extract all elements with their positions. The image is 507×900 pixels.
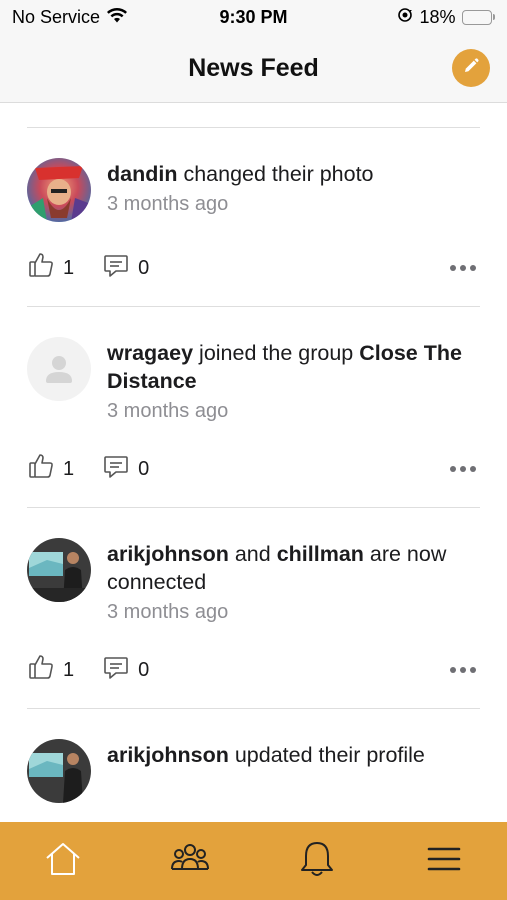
- feed-item: wragaey joined the group Close The Dista…: [0, 307, 507, 489]
- user-avatar[interactable]: [27, 158, 91, 222]
- user-avatar[interactable]: [27, 739, 91, 803]
- user-avatar[interactable]: [27, 538, 91, 602]
- battery-percent: 18%: [419, 6, 456, 27]
- comment-count: 0: [138, 256, 150, 279]
- status-bar: No Service 9:30 PM 18%: [0, 0, 507, 34]
- more-options-icon[interactable]: [450, 667, 480, 673]
- comment-icon: [102, 251, 130, 285]
- placeholder-avatar[interactable]: [27, 337, 91, 401]
- bell-icon: [298, 839, 336, 884]
- tab-notifications[interactable]: [287, 831, 347, 891]
- activity-text: arikjohnson and chillman are now connect…: [107, 542, 447, 594]
- thumbs-up-icon: [27, 452, 55, 486]
- bottom-tab-bar: [0, 822, 507, 900]
- action-bar: 1 0: [27, 650, 480, 690]
- like-button[interactable]: 1: [27, 653, 74, 687]
- tab-groups[interactable]: [160, 831, 220, 891]
- actor-name[interactable]: dandin: [107, 162, 177, 186]
- activity-text: dandin changed their photo: [107, 162, 374, 186]
- more-options-icon[interactable]: [450, 265, 480, 271]
- pencil-icon: [462, 57, 480, 80]
- feed-item: arikjohnson and chillman are now connect…: [0, 508, 507, 690]
- actor-name[interactable]: arikjohnson: [107, 542, 229, 566]
- like-count: 1: [63, 457, 75, 480]
- compose-button[interactable]: [452, 49, 490, 87]
- carrier-label: No Service: [12, 6, 101, 27]
- menu-icon: [426, 844, 462, 879]
- comment-button[interactable]: 0: [102, 251, 149, 285]
- timestamp: 3 months ago: [107, 400, 229, 422]
- comment-button[interactable]: 0: [102, 452, 149, 486]
- comment-icon: [102, 452, 130, 486]
- tab-menu[interactable]: [414, 831, 474, 891]
- page-title: News Feed: [188, 53, 319, 82]
- groups-icon: [169, 839, 211, 884]
- tab-home[interactable]: [33, 831, 93, 891]
- action-bar: 1 0: [27, 449, 480, 489]
- activity-text: arikjohnson updated their profile: [107, 743, 425, 767]
- thumbs-up-icon: [27, 251, 55, 285]
- battery-icon: [461, 9, 495, 25]
- thumbs-up-icon: [27, 653, 55, 687]
- home-icon: [43, 839, 83, 884]
- orientation-lock-icon: [397, 7, 413, 28]
- status-left: No Service: [12, 7, 128, 28]
- like-count: 1: [63, 256, 75, 279]
- comment-icon: [102, 653, 130, 687]
- wifi-icon: [106, 7, 128, 28]
- comment-count: 0: [138, 457, 150, 480]
- actor-name[interactable]: arikjohnson: [107, 743, 229, 767]
- header: News Feed: [0, 34, 507, 103]
- comment-button[interactable]: 0: [102, 653, 149, 687]
- feed-item: arikjohnson updated their profile: [0, 709, 507, 803]
- news-feed-screen: No Service 9:30 PM 18% News Feed dandin …: [0, 0, 507, 900]
- status-right: 18%: [397, 7, 495, 28]
- timestamp: 3 months ago: [107, 193, 229, 215]
- comment-count: 0: [138, 658, 150, 681]
- actor-name[interactable]: chillman: [277, 542, 364, 566]
- like-button[interactable]: 1: [27, 251, 74, 285]
- timestamp: 3 months ago: [107, 601, 229, 623]
- like-count: 1: [63, 658, 75, 681]
- activity-text: wragaey joined the group Close The Dista…: [107, 341, 462, 393]
- action-bar: 1 0: [27, 248, 480, 288]
- more-options-icon[interactable]: [450, 466, 480, 472]
- like-button[interactable]: 1: [27, 452, 74, 486]
- feed-list[interactable]: dandin changed their photo 3 months ago …: [0, 103, 507, 822]
- actor-name[interactable]: wragaey: [107, 341, 193, 365]
- feed-item: dandin changed their photo 3 months ago …: [0, 128, 507, 288]
